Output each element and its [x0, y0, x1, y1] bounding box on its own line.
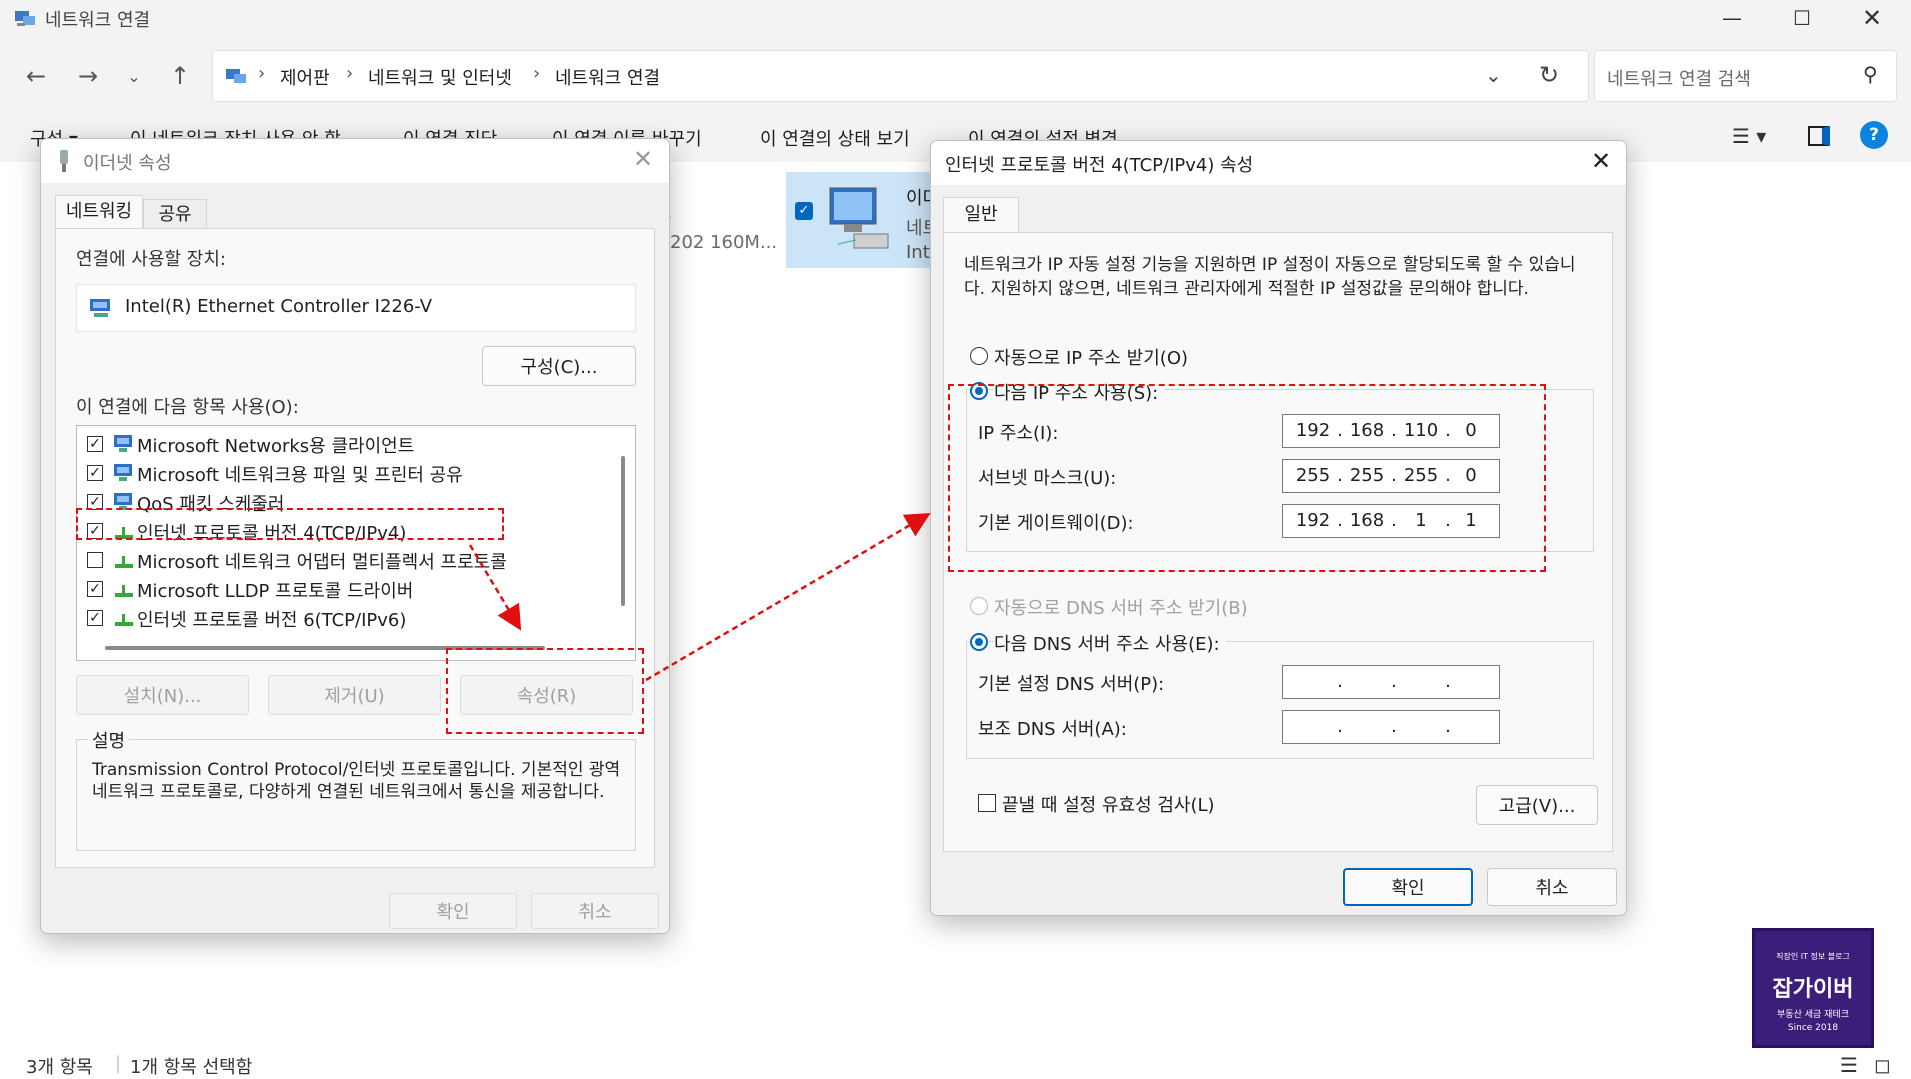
- annotation-arrows: [468, 512, 931, 682]
- watermark-brand: 잡가이버: [1772, 977, 1854, 1002]
- arrow-to-ipv4-dialog: [645, 512, 931, 682]
- arrow-to-properties: [468, 544, 522, 631]
- watermark-tagline: 직장인 IT 정보 블로그: [1776, 952, 1850, 961]
- watermark-subtitle: 부동산 세금 재테크: [1777, 1010, 1849, 1020]
- blog-watermark-logo: 직장인 IT 정보 블로그 잡가이버 부동산 세금 재테크 Since 2018: [1752, 928, 1874, 1048]
- watermark-since: Since 2018: [1787, 1023, 1839, 1033]
